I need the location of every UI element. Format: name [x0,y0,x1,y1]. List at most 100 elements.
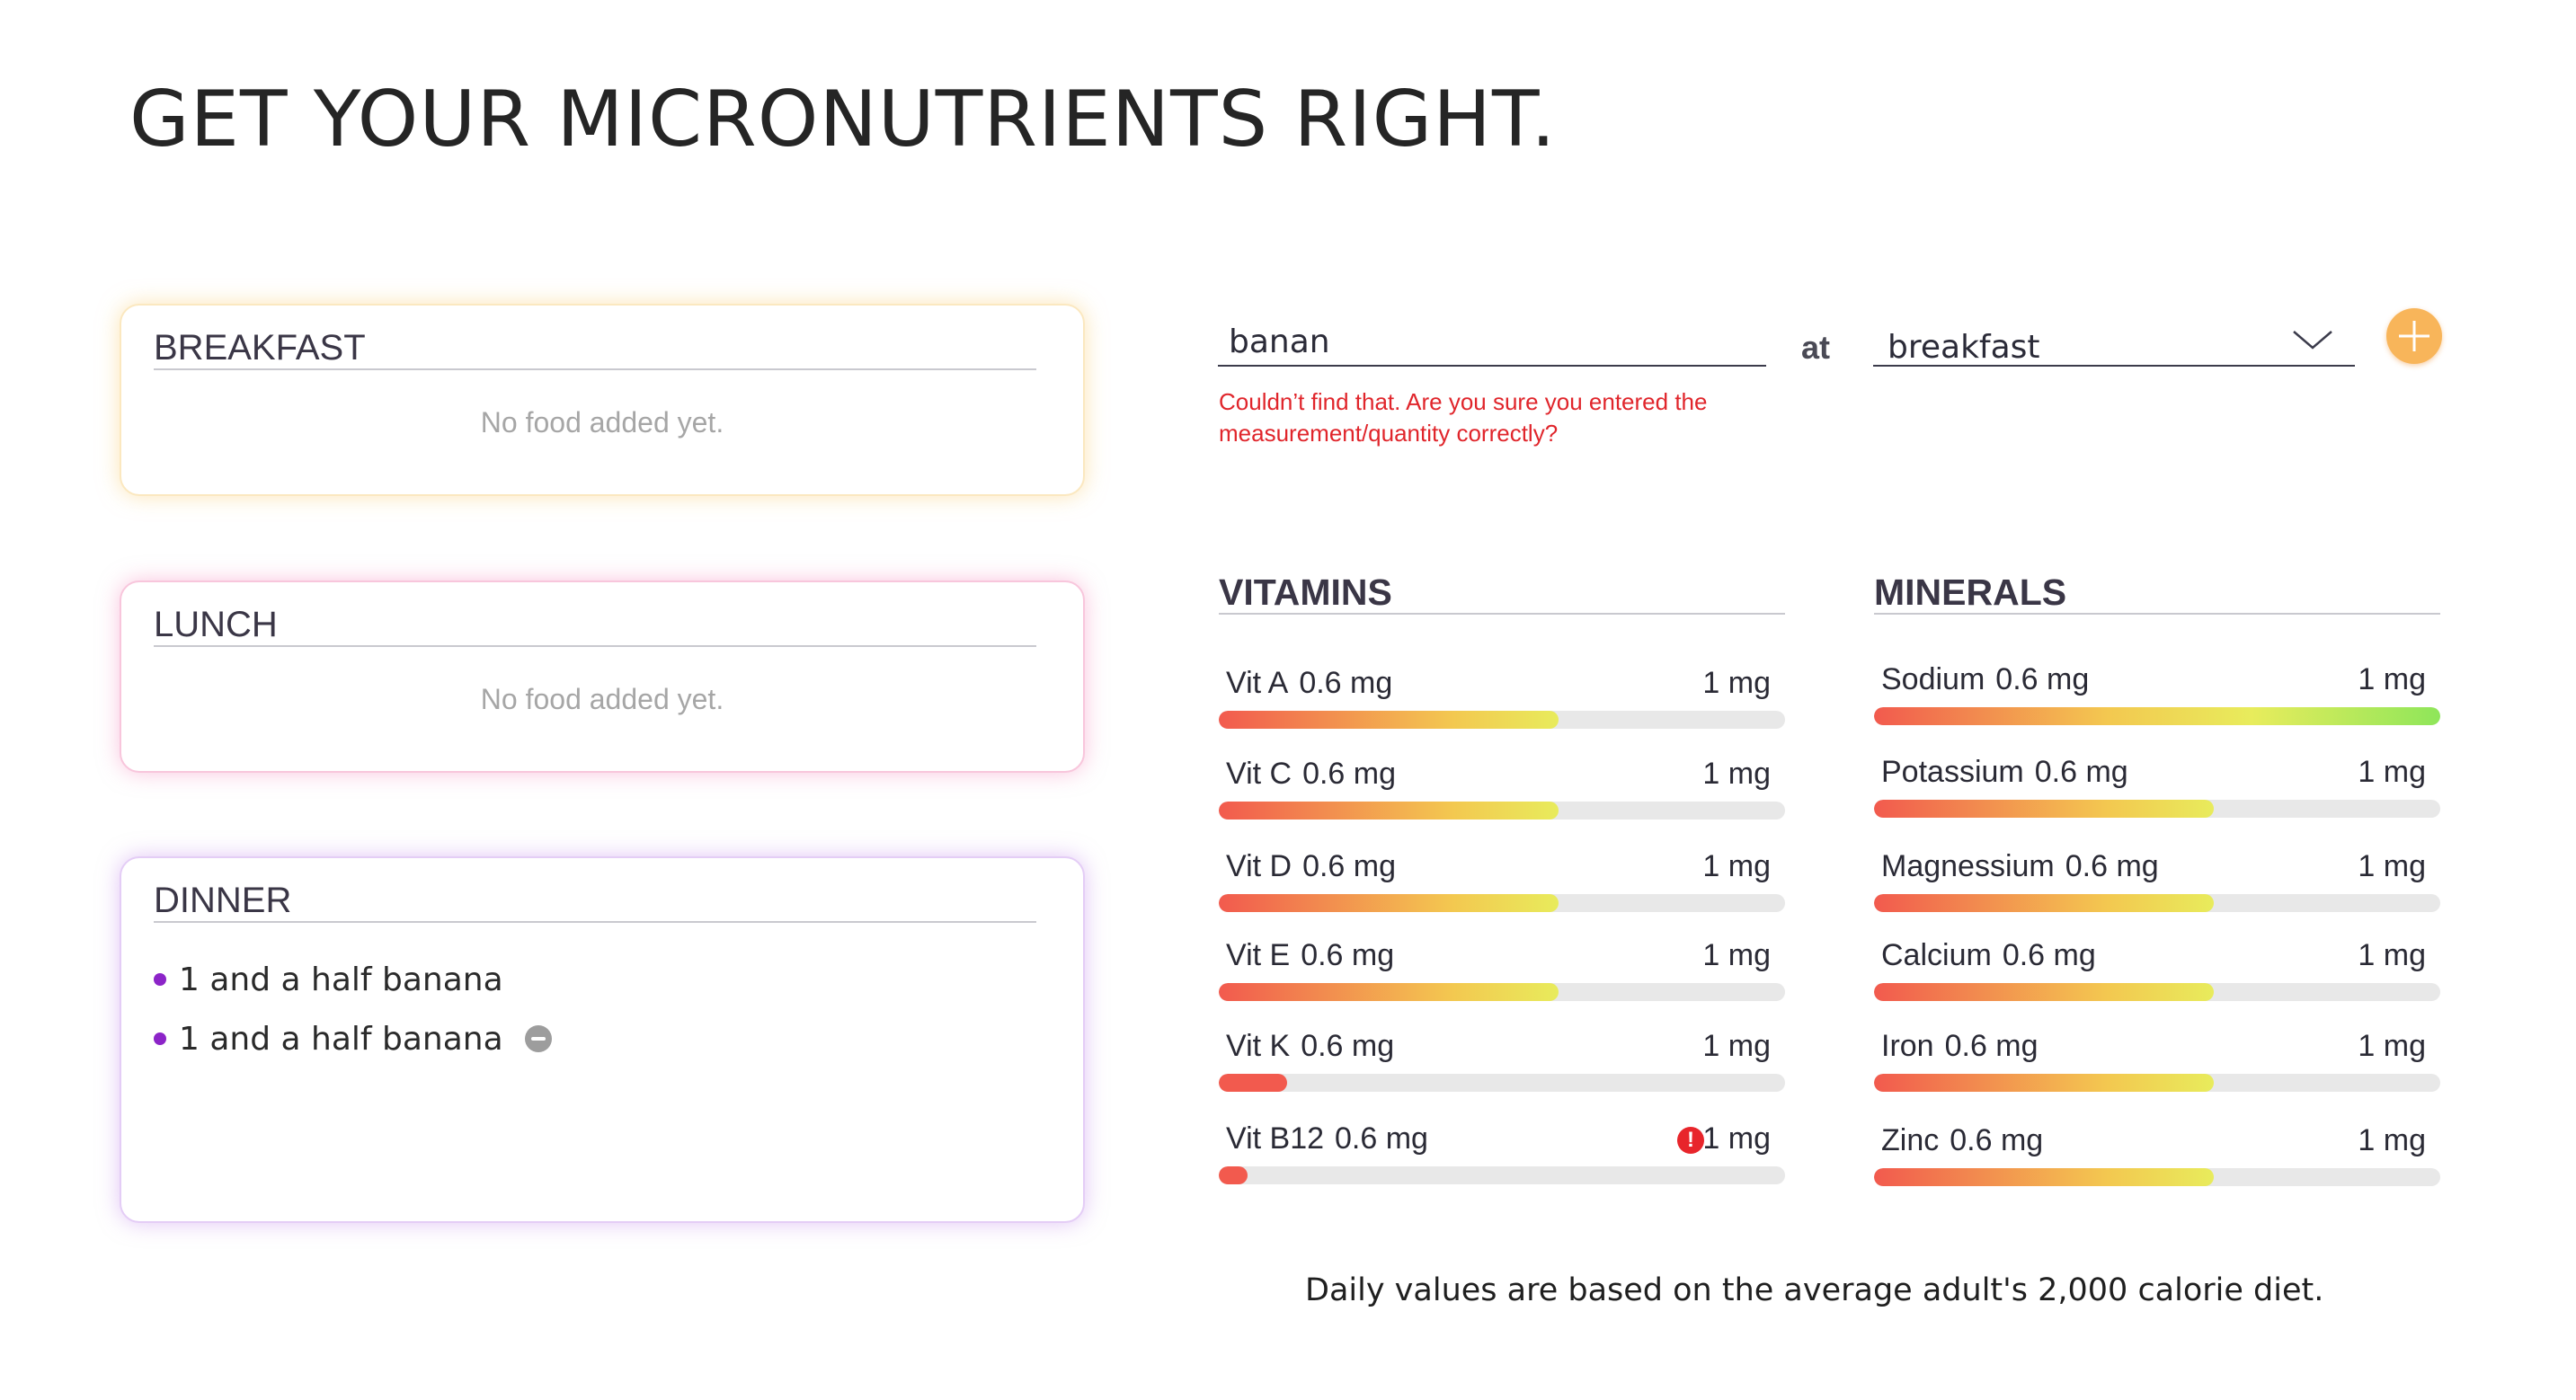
progress-fill [1874,1168,2214,1186]
nutrient-amount: 0.6 mg [1950,1123,2044,1157]
vitamins-title: VITAMINS [1219,572,1785,615]
page-title: GET YOUR MICRONUTRIENTS RIGHT. [129,75,1557,164]
nutrient-goal: 1 mg [1702,666,1771,700]
nutrient-goal: 1 mg [2358,938,2426,972]
nutrient-amount: 0.6 mg [1944,1029,2039,1063]
food-item: 1 and a half banana [154,950,552,1009]
nutrient-amount: 0.6 mg [1302,757,1397,791]
progress-fill [1219,983,1559,1001]
nutrient-label: Zinc [1881,1123,1940,1157]
food-item-label: 1 and a half banana [179,1020,503,1058]
nutrient-label: Vit B12 [1226,1121,1325,1156]
at-label: at [1801,329,1831,366]
breakfast-title: BREAKFAST [154,327,1036,370]
minerals-panel: MINERALS Sodium 0.6 mg 1 mg Potassium 0.6 mg… [1874,572,2440,1186]
nutrient-label: Vit E [1226,938,1291,972]
nutrient-amount: 0.6 mg [1301,1029,1395,1063]
progress-fill [1874,894,2214,912]
progress-fill [1874,983,2214,1001]
progress-fill [1874,1074,2214,1092]
progress-fill [1219,802,1559,820]
nutrient-name: Iron 0.6 mg [1881,1029,2039,1064]
nutrient-amount: 0.6 mg [1301,938,1395,972]
nutrient-amount: 0.6 mg [1335,1121,1428,1156]
bullet-icon [154,973,166,986]
plus-icon [2399,321,2429,351]
nutrient-name: Vit C 0.6 mg [1226,757,1396,792]
nutrient-row: Vit C 0.6 mg 1 mg [1219,757,1785,820]
add-food-button[interactable] [2386,308,2442,364]
nutrient-label: Iron [1881,1029,1934,1063]
lunch-card: LUNCH No food added yet. [120,580,1085,773]
nutrient-row: Calcium 0.6 mg 1 mg [1874,938,2440,1001]
progress-fill [1219,711,1559,729]
dinner-food-list: 1 and a half banana 1 and a half banana [154,950,552,1068]
dinner-card: DINNER 1 and a half banana 1 and a half … [120,856,1085,1223]
warning-icon: ! [1677,1127,1704,1154]
nutrient-row: Sodium 0.6 mg 1 mg [1874,662,2440,725]
lunch-empty-text: No food added yet. [480,683,724,715]
progress-track [1219,983,1785,1001]
nutrient-label: Vit A [1226,666,1289,700]
nutrient-name: Magnessium 0.6 mg [1881,849,2159,884]
nutrient-amount: 0.6 mg [2002,938,2096,972]
progress-track [1219,802,1785,820]
progress-fill [1874,800,2214,818]
nutrient-name: Zinc 0.6 mg [1881,1123,2043,1158]
breakfast-empty-text: No food added yet. [480,406,724,439]
progress-track [1219,894,1785,912]
nutrient-goal: 1 mg [1702,757,1771,791]
progress-track [1219,1074,1785,1092]
breakfast-card: BREAKFAST No food added yet. [120,304,1085,496]
progress-fill [1219,894,1559,912]
progress-fill [1219,1166,1248,1184]
nutrient-goal: 1 mg [1702,1029,1771,1063]
meal-select-dropdown[interactable]: breakfast [1873,318,2355,367]
nutrient-amount: 0.6 mg [2034,755,2128,789]
minerals-title: MINERALS [1874,572,2440,615]
progress-track [1219,711,1785,729]
remove-food-icon[interactable] [524,1025,552,1052]
nutrient-label: Magnessium [1881,849,2055,883]
dinner-title: DINNER [154,880,1036,923]
progress-track [1874,1168,2440,1186]
nutrient-goal: 1 mg [2358,849,2426,883]
nutrient-goal: 1 mg [1702,1121,1771,1156]
progress-track [1874,800,2440,818]
nutrient-label: Vit D [1226,849,1292,883]
chevron-down-icon [2293,331,2332,350]
progress-track [1874,1074,2440,1092]
progress-track [1874,983,2440,1001]
nutrient-goal: 1 mg [2358,1029,2426,1063]
nutrient-name: Calcium 0.6 mg [1881,938,2096,973]
progress-track [1874,707,2440,725]
nutrient-amount: 0.6 mg [1302,849,1397,883]
food-search-input[interactable] [1218,318,1766,367]
nutrient-row: Zinc 0.6 mg 1 mg [1874,1123,2440,1186]
nutrient-goal: 1 mg [2358,755,2426,789]
nutrient-row: Vit A 0.6 mg 1 mg [1219,666,1785,729]
nutrient-name: Sodium 0.6 mg [1881,662,2089,697]
nutrient-name: Vit A 0.6 mg [1226,666,1392,701]
nutrient-goal: 1 mg [1702,849,1771,883]
food-item: 1 and a half banana [154,1009,552,1068]
vitamins-panel: VITAMINS Vit A 0.6 mg 1 mg Vit C 0.6 mg 1 mg V… [1219,572,1785,1184]
lunch-title: LUNCH [154,604,1036,647]
nutrient-name: Vit K 0.6 mg [1226,1029,1394,1064]
food-item-label: 1 and a half banana [179,961,503,998]
progress-track [1219,1166,1785,1184]
nutrient-goal: 1 mg [2358,662,2426,696]
nutrient-label: Sodium [1881,662,1985,696]
bullet-icon [154,1032,166,1045]
nutrient-name: Vit D 0.6 mg [1226,849,1396,884]
error-message: Couldn’t find that. Are you sure you ent… [1219,388,1708,447]
nutrient-name: Vit E 0.6 mg [1226,938,1394,973]
nutrient-row: Magnessium 0.6 mg 1 mg [1874,849,2440,912]
nutrient-row: Potassium 0.6 mg 1 mg [1874,755,2440,818]
nutrient-row: Iron 0.6 mg 1 mg [1874,1029,2440,1092]
nutrient-label: Vit K [1226,1029,1291,1063]
progress-track [1874,894,2440,912]
nutrient-amount: 0.6 mg [1995,662,2090,696]
nutrient-label: Potassium [1881,755,2024,789]
nutrient-goal: 1 mg [2358,1123,2426,1157]
